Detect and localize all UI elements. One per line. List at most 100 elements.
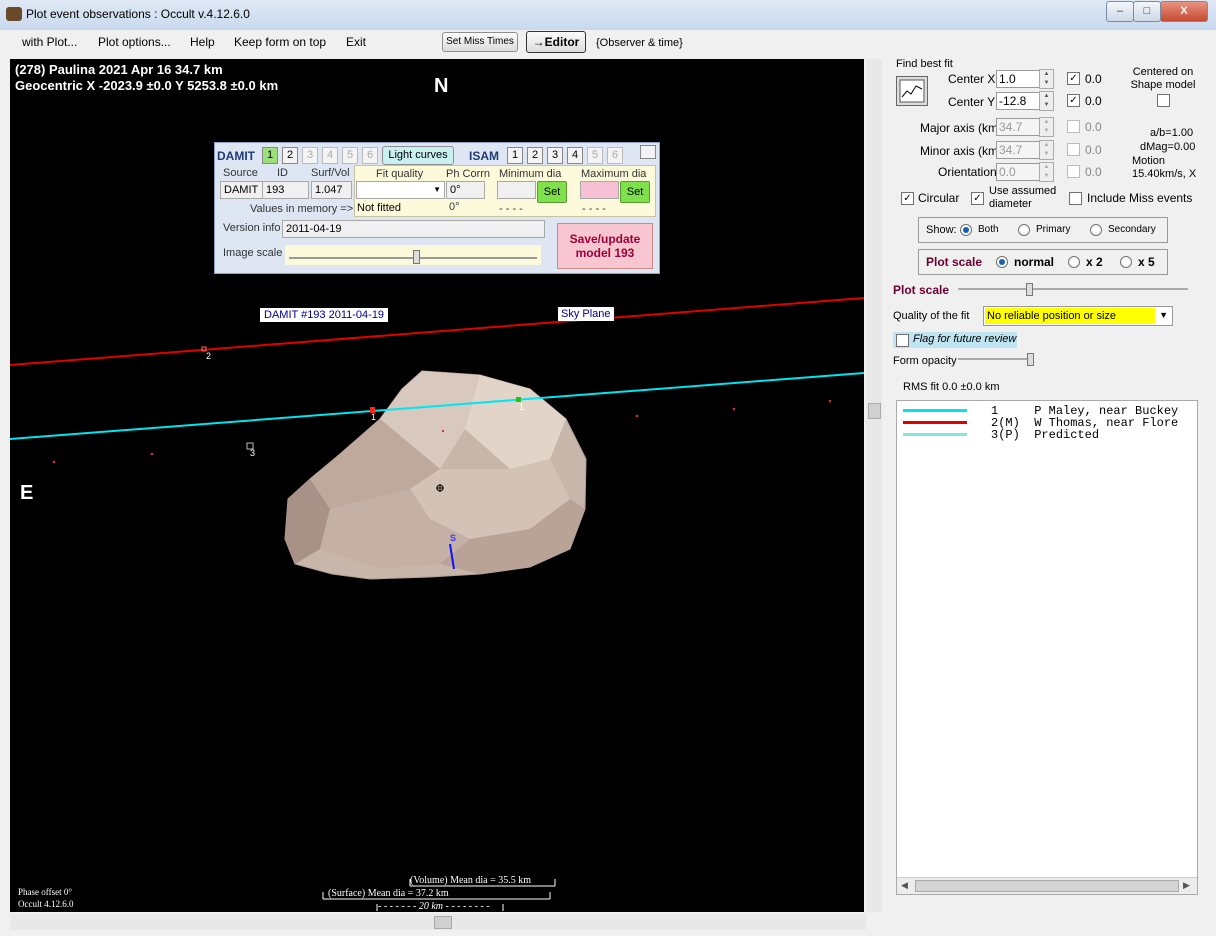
minor-axis-input[interactable]: 34.7 [996, 141, 1042, 159]
orientation-spinner[interactable]: ▲ ▼ [1039, 162, 1054, 182]
isam-model-3[interactable]: 3 [547, 147, 563, 164]
damit-model-1[interactable]: 1 [262, 147, 278, 164]
scale-normal-radio[interactable] [996, 256, 1008, 268]
centered-on-checkbox[interactable] [1157, 94, 1170, 107]
include-miss-checkbox[interactable] [1069, 192, 1082, 205]
not-fitted-label: Not fitted [357, 202, 402, 214]
canvas-vscrollbar[interactable] [866, 59, 882, 912]
light-curves-button[interactable]: Light curves [382, 146, 454, 165]
rms-fit-label: RMS fit 0.0 ±0.0 km [903, 381, 1000, 393]
show-primary-radio[interactable] [1018, 224, 1030, 236]
chord-label-1b: 1 [519, 402, 525, 412]
scale-x5-radio[interactable] [1120, 256, 1132, 268]
set-miss-times-button[interactable]: Set Miss Times [442, 32, 518, 52]
flag-review-row[interactable]: Flag for future review [893, 332, 1017, 348]
min-dia-field[interactable] [497, 181, 536, 199]
center-x-input[interactable]: 1.0 [996, 70, 1042, 88]
id-field: 193 [262, 181, 309, 199]
chord-label-2: 2 [206, 351, 212, 361]
use-assumed-checkbox[interactable]: ✓ [971, 192, 984, 205]
set-min-dia-button[interactable]: Set [537, 181, 567, 203]
plot-header-line1: (278) Paulina 2021 Apr 16 34.7 km [15, 62, 223, 77]
legend-hscroll-thumb[interactable] [915, 880, 1179, 892]
values-in-memory-label: Values in memory => [250, 203, 354, 215]
major-axis-spinner[interactable]: ▲ ▼ [1039, 117, 1054, 137]
scale-x5-label: x 5 [1138, 255, 1155, 269]
scroll-left-icon[interactable]: ◀ [901, 880, 908, 891]
app-icon [6, 7, 22, 21]
damit-model-2[interactable]: 2 [282, 147, 298, 164]
hscroll-thumb[interactable] [434, 916, 452, 929]
form-opacity-slider[interactable] [958, 352, 1036, 368]
isam-model-6[interactable]: 6 [607, 147, 623, 164]
scroll-right-icon[interactable]: ▶ [1183, 880, 1190, 891]
best-fit-chart-button[interactable] [896, 76, 928, 106]
isam-label: ISAM [469, 149, 499, 163]
scale-x2-label: x 2 [1086, 255, 1103, 269]
menu-with-plot[interactable]: with Plot... [22, 35, 77, 49]
center-x-checkbox[interactable]: ✓ [1067, 72, 1080, 85]
center-y-checkbox[interactable]: ✓ [1067, 94, 1080, 107]
close-button[interactable]: X [1160, 1, 1208, 22]
vscroll-thumb[interactable] [868, 403, 881, 419]
orientation-input[interactable]: 0.0 [996, 163, 1042, 181]
center-x-label: Center X [948, 72, 996, 86]
quality-select[interactable]: No reliable position or size ▼ [983, 306, 1173, 326]
minor-axis-checkbox[interactable] [1067, 143, 1080, 156]
damit-model-5[interactable]: 5 [342, 147, 358, 164]
legend-hscrollbar[interactable]: ◀ ▶ [897, 877, 1197, 894]
center-x-spinner[interactable]: ▲ ▼ [1039, 69, 1054, 89]
damit-panel-close[interactable] [640, 145, 656, 159]
centered-on-label: Centered on Shape model [1130, 66, 1196, 91]
motion-value: 15.40km/s, X [1132, 168, 1197, 180]
chord-label-3: 3 [250, 448, 256, 458]
minor-axis-spinner[interactable]: ▲ ▼ [1039, 140, 1054, 160]
maximize-button[interactable]: □ [1133, 1, 1161, 22]
image-scale-slider[interactable] [285, 245, 541, 265]
major-check-value: 0.0 [1085, 120, 1102, 134]
center-y-spinner[interactable]: ▲ ▼ [1039, 91, 1054, 111]
dropdown-arrow-icon: ▼ [1159, 310, 1168, 320]
plot-scale-thumb[interactable] [1026, 283, 1033, 296]
max-dia-field[interactable] [580, 181, 619, 199]
fit-quality-select[interactable]: ▼ [356, 181, 445, 199]
damit-model-3[interactable]: 3 [302, 147, 318, 164]
canvas-hscrollbar[interactable] [10, 914, 866, 930]
menu-plot-options[interactable]: Plot options... [98, 35, 171, 49]
orientation-checkbox[interactable] [1067, 165, 1080, 178]
circular-checkbox[interactable]: ✓ [901, 192, 914, 205]
image-scale-thumb[interactable] [413, 250, 420, 264]
set-max-dia-button[interactable]: Set [620, 181, 650, 203]
minimize-button[interactable]: – [1106, 1, 1134, 22]
form-opacity-thumb[interactable] [1027, 353, 1034, 366]
observer-legend[interactable]: 1 P Maley, near Buckey 2(M) W Thomas, ne… [896, 400, 1198, 895]
menu-keep-on-top[interactable]: Keep form on top [234, 35, 326, 49]
damit-model-4[interactable]: 4 [322, 147, 338, 164]
phase-offset-label: Phase offset 0° [18, 887, 72, 897]
menu-help[interactable]: Help [190, 35, 215, 49]
major-axis-input[interactable]: 34.7 [996, 118, 1042, 136]
isam-model-1[interactable]: 1 [507, 147, 523, 164]
editor-button[interactable]: →Editor [526, 31, 586, 53]
form-opacity-label: Form opacity [893, 355, 957, 367]
scale-bar-label: - - - - - - - 20 km - - - - - - - - [378, 901, 490, 912]
plot-scale-slider[interactable] [958, 282, 1190, 298]
show-primary-label: Primary [1036, 224, 1071, 235]
legend-entry-3[interactable]: 3(P) Predicted [991, 428, 1099, 442]
scale-x2-radio[interactable] [1068, 256, 1080, 268]
show-both-radio[interactable] [960, 224, 972, 236]
center-y-input[interactable]: -12.8 [996, 92, 1042, 110]
damit-model-6[interactable]: 6 [362, 147, 378, 164]
isam-model-2[interactable]: 2 [527, 147, 543, 164]
isam-model-4[interactable]: 4 [567, 147, 583, 164]
scale-normal-label: normal [1014, 255, 1055, 269]
save-update-button[interactable]: Save/update model 193 [557, 223, 653, 269]
ph-corrn-memory: 0° [449, 201, 460, 213]
major-axis-checkbox[interactable] [1067, 120, 1080, 133]
show-secondary-radio[interactable] [1090, 224, 1102, 236]
isam-model-5[interactable]: 5 [587, 147, 603, 164]
flag-review-checkbox[interactable] [896, 334, 909, 347]
menu-exit[interactable]: Exit [346, 35, 366, 49]
surfvol-header: Surf/Vol [311, 167, 350, 179]
max-dia-header: Maximum dia [581, 168, 647, 180]
